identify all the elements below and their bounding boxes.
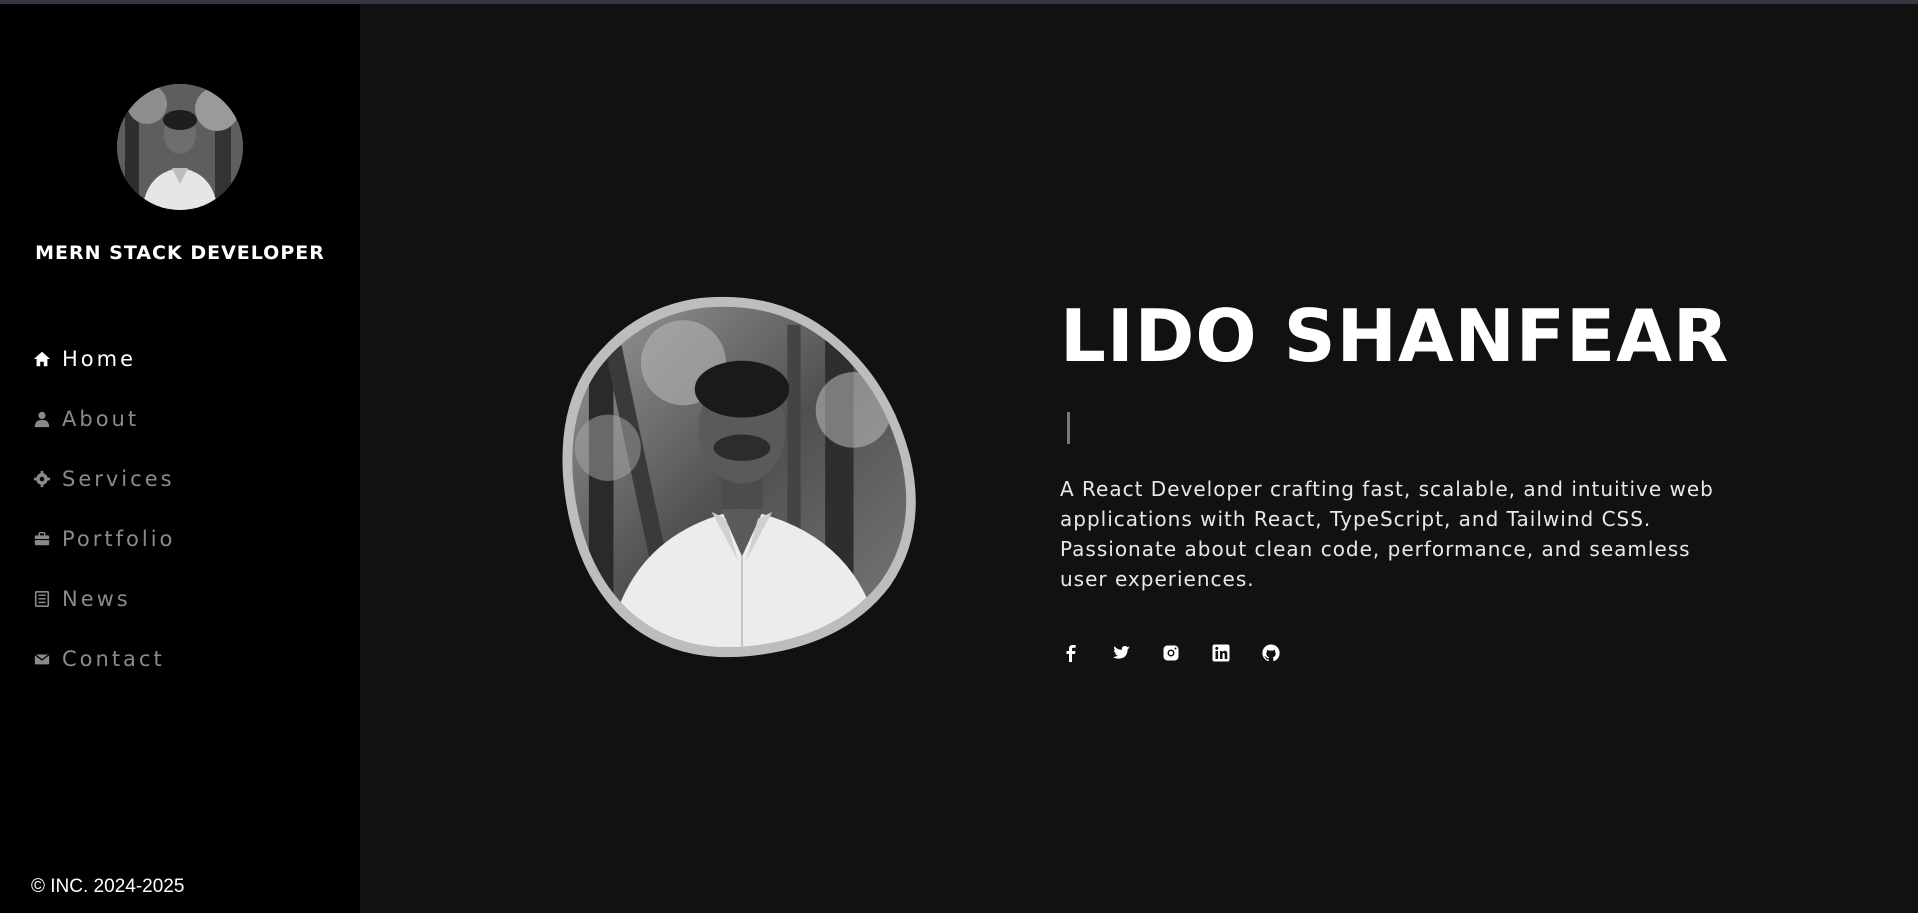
nav-label: Home [62,347,137,371]
main-nav: Home About Services Portfolio News Conta… [32,344,175,704]
sidebar: MERN STACK DEVELOPER Home About Services… [0,4,360,913]
role-title: MERN STACK DEVELOPER [35,242,325,264]
nav-item-services[interactable]: Services [32,464,175,494]
facebook-icon[interactable] [1060,642,1082,664]
nav-label: Contact [62,647,165,671]
social-links [1060,642,1310,664]
linkedin-icon[interactable] [1210,642,1232,664]
home-icon [32,349,52,369]
hero-section: LIDO SHANFEAR A React Developer crafting… [360,4,1918,913]
nav-item-contact[interactable]: Contact [32,644,175,674]
typing-cursor [1067,412,1070,444]
twitter-icon[interactable] [1110,642,1132,664]
nav-label: Portfolio [62,527,176,551]
avatar-image [117,84,243,210]
nav-label: About [62,407,140,431]
profile-photo [560,296,922,658]
hero-bio: A React Developer crafting fast, scalabl… [1060,477,1714,591]
hero-name: LIDO SHANFEAR [1060,294,1730,378]
copyright: © INC. 2024-2025 [31,876,185,897]
user-icon [32,409,52,429]
briefcase-icon [32,529,52,549]
github-icon[interactable] [1260,642,1282,664]
instagram-icon[interactable] [1160,642,1182,664]
nav-item-news[interactable]: News [32,584,175,614]
nav-item-home[interactable]: Home [32,344,175,374]
nav-item-about[interactable]: About [32,404,175,434]
avatar [117,84,243,210]
nav-label: News [62,587,131,611]
nav-item-portfolio[interactable]: Portfolio [32,524,175,554]
envelope-icon [32,649,52,669]
gear-icon [32,469,52,489]
newspaper-icon [32,589,52,609]
nav-label: Services [62,467,175,491]
